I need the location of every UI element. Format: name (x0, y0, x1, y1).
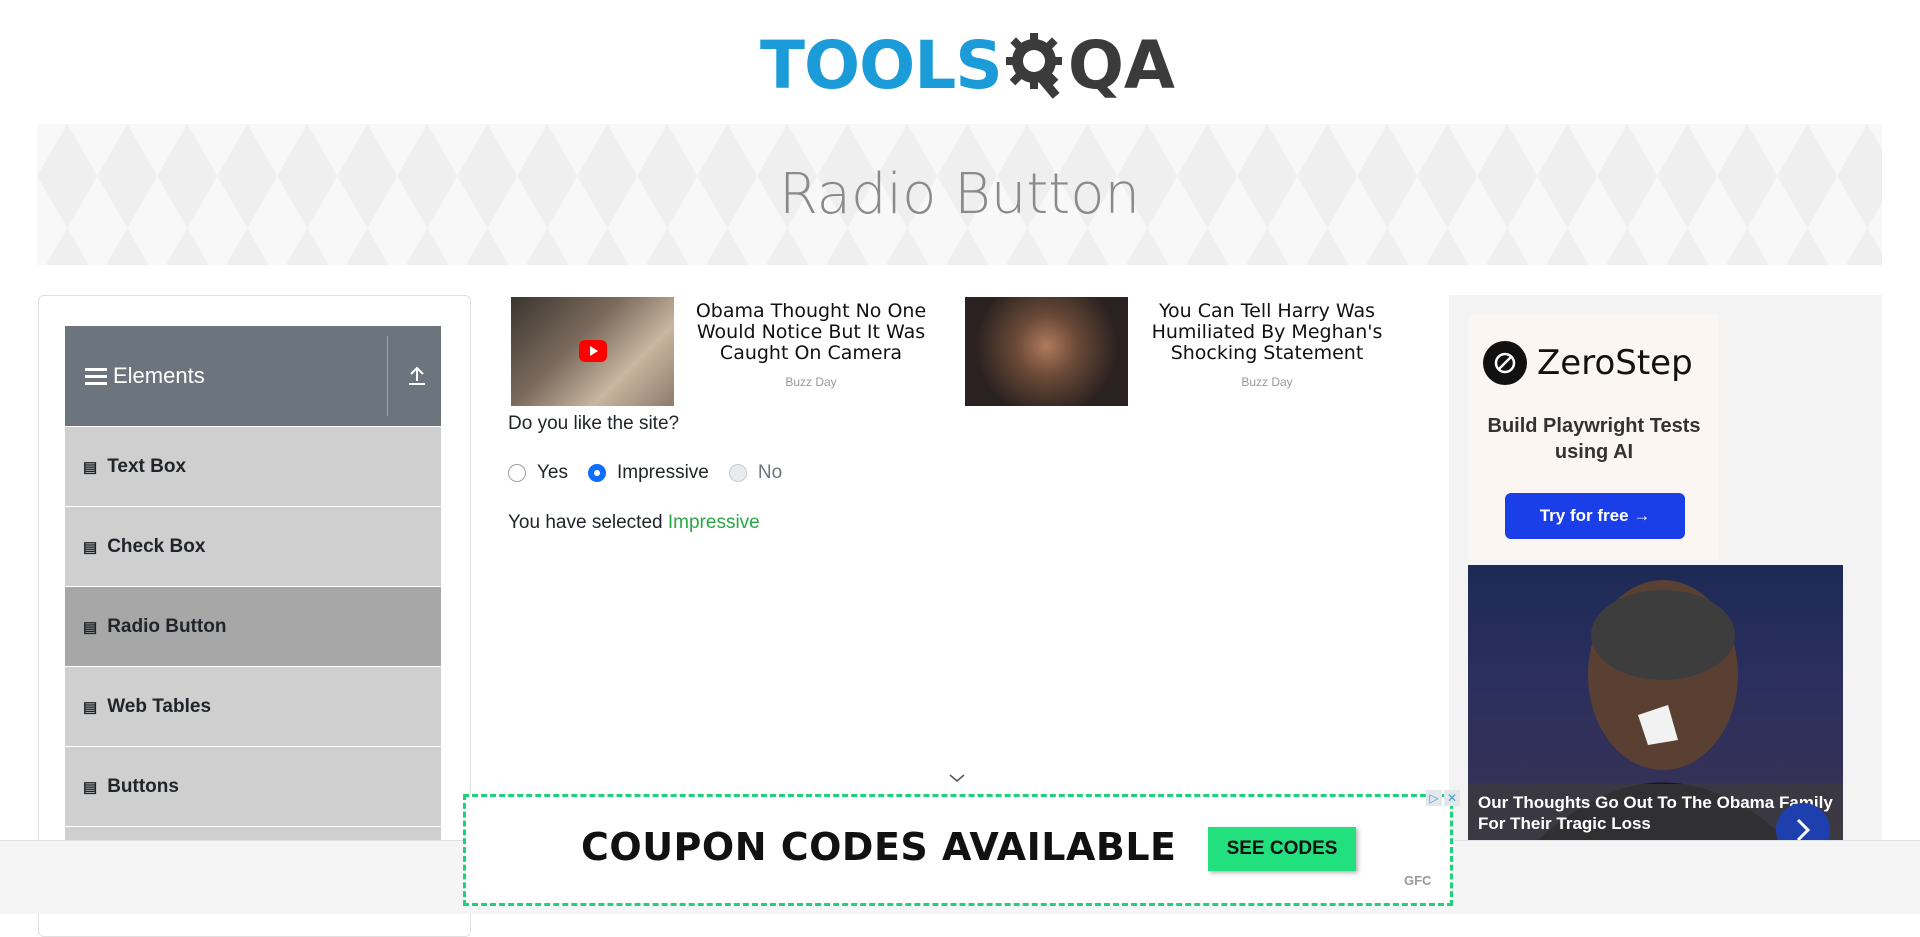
page-banner: Radio Button (37, 124, 1882, 265)
radio-group: Yes Impressive No (508, 462, 802, 484)
gear-icon (1004, 29, 1066, 104)
sidebar-item-check-box[interactable]: ▤ Check Box (65, 507, 441, 586)
ad-source: Buzz Day (785, 375, 837, 389)
sidebar-item-label: Check Box (107, 535, 206, 557)
close-icon[interactable]: ✕ (1444, 790, 1460, 806)
menu-list: ▤ Text Box ▤ Check Box ▤ Radio Button ▤ … (65, 427, 441, 907)
question-text: Do you like the site? (508, 413, 680, 434)
coupon-headline[interactable]: COUPON CODES AVAILABLE (581, 825, 1177, 869)
radio-label-yes[interactable]: Yes (537, 462, 568, 484)
group-header-elements[interactable]: Elements (65, 326, 441, 426)
radio-label-no: No (757, 462, 783, 483)
radio-no (728, 464, 747, 482)
ad-source: Buzz Day (1241, 375, 1293, 389)
adchoices[interactable]: ▷ ✕ (1426, 790, 1460, 806)
side-ad[interactable]: ZeroStep Build Playwright Tests using AI… (1449, 295, 1882, 840)
ad-title[interactable]: Obama Thought No One Would Notice But It… (686, 301, 936, 364)
html5-icon: ▤ (83, 698, 98, 716)
zerostep-ad[interactable]: ZeroStep Build Playwright Tests using AI… (1469, 315, 1719, 560)
ad-title[interactable]: You Can Tell Harry Was Humiliated By Meg… (1142, 301, 1392, 364)
coupon-ad[interactable]: COUPON CODES AVAILABLE SEE CODES GFC (463, 794, 1453, 906)
chevron-down-icon[interactable] (948, 770, 966, 788)
sidebar-item-label: Buttons (107, 775, 179, 797)
ad-thumbnail[interactable] (511, 297, 674, 406)
radio-label-impressive[interactable]: Impressive (617, 462, 709, 484)
sidebar-item-buttons[interactable]: ▤ Buttons (65, 747, 441, 826)
sidebar-item-text-box[interactable]: ▤ Text Box (65, 427, 441, 506)
toolsqa-logo[interactable]: TOOLS QA (760, 20, 1175, 112)
group-title: Elements (113, 363, 205, 388)
html5-icon: ▤ (83, 458, 98, 476)
radio-impressive[interactable] (588, 464, 606, 482)
zerostep-brand: ZeroStep (1537, 343, 1693, 383)
html5-icon: ▤ (83, 778, 98, 796)
divider (387, 336, 388, 416)
ad-card[interactable]: Obama Thought No One Would Notice But It… (511, 297, 941, 407)
zerostep-logo: ZeroStep (1483, 341, 1693, 385)
story-ad-image[interactable]: Our Thoughts Go Out To The Obama Family … (1468, 565, 1843, 840)
coupon-brand-logo: GFC (1404, 873, 1432, 888)
html5-icon: ▤ (83, 538, 98, 556)
logo-text: TOOLS (760, 27, 1003, 104)
logo-qa-text: QA (1067, 27, 1176, 104)
result-prefix: You have selected (508, 512, 663, 533)
sidebar-item-radio-button[interactable]: ▤ Radio Button (65, 587, 441, 666)
radio-yes[interactable] (508, 464, 526, 482)
play-icon (579, 340, 607, 362)
ad-thumbnail[interactable] (965, 297, 1128, 406)
sidebar-item-label: Radio Button (107, 615, 227, 637)
zerostep-tagline: Build Playwright Tests using AI (1487, 415, 1701, 463)
sidebar-item-label: Web Tables (107, 695, 212, 717)
result-value: Impressive (667, 512, 760, 533)
hamburger-icon (85, 367, 107, 385)
zerostep-mark-icon (1483, 341, 1527, 385)
page-title: Radio Button (779, 162, 1140, 227)
adchoices-icon[interactable]: ▷ (1426, 790, 1442, 806)
try-for-free-button[interactable]: Try for free → (1505, 493, 1685, 539)
collapse-arrow-icon[interactable] (408, 366, 426, 392)
html5-icon: ▤ (83, 618, 98, 636)
sidebar-item-web-tables[interactable]: ▤ Web Tables (65, 667, 441, 746)
sidebar-item-label: Text Box (107, 455, 187, 477)
ad-card[interactable]: You Can Tell Harry Was Humiliated By Meg… (965, 297, 1395, 407)
see-codes-button[interactable]: SEE CODES (1208, 827, 1356, 871)
result-text: You have selected Impressive (508, 512, 760, 534)
